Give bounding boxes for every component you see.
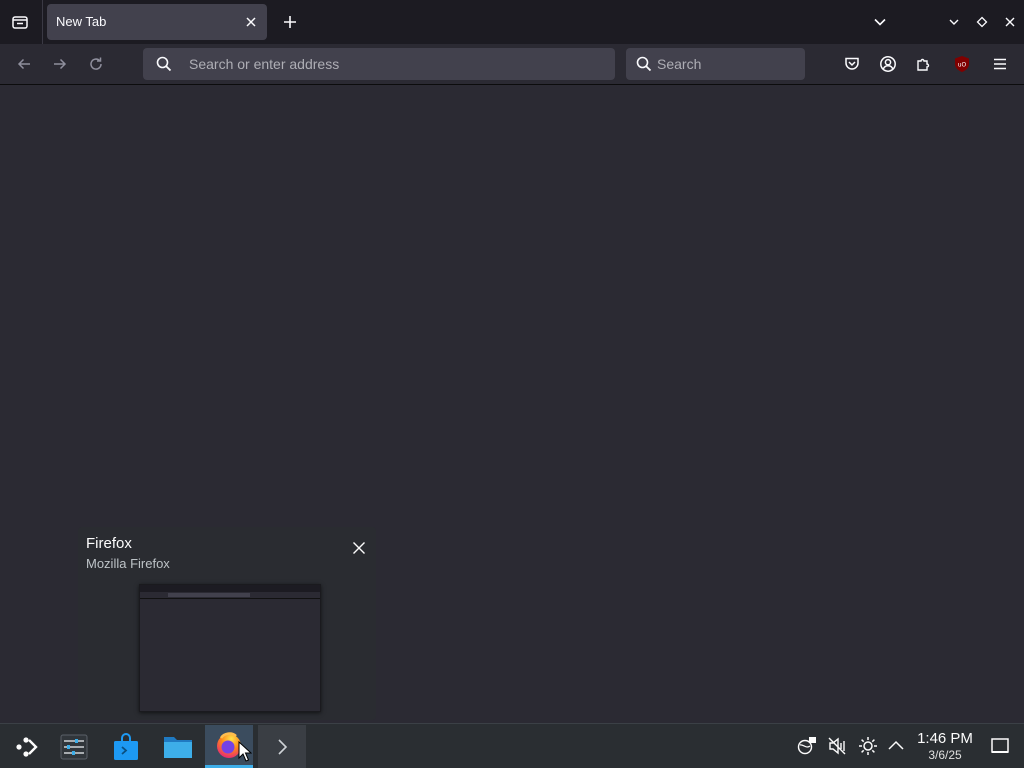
address-bar[interactable] <box>143 48 615 80</box>
svg-text:uO: uO <box>958 62 967 69</box>
new-tab-button[interactable] <box>276 8 304 36</box>
thumbnail-urlbar <box>168 593 250 597</box>
search-icon <box>156 56 172 72</box>
back-icon <box>17 58 30 70</box>
close-icon <box>246 17 256 27</box>
reload-button[interactable] <box>82 50 110 78</box>
dolphin-file-manager-task[interactable] <box>154 725 202 768</box>
settings-sliders-icon <box>60 734 88 759</box>
discover-bag-icon <box>114 732 138 760</box>
window-thumbnail[interactable] <box>139 584 321 712</box>
forward-icon <box>54 58 67 70</box>
pocket-icon <box>845 57 859 70</box>
tab-separator <box>42 0 43 44</box>
close-window-button[interactable] <box>998 10 1022 34</box>
preview-title: Firefox <box>86 535 132 552</box>
search-bar[interactable] <box>626 48 805 80</box>
tray-expand-icon <box>888 740 904 750</box>
brightness-tray-button[interactable] <box>857 735 879 757</box>
tab-new-tab[interactable]: New Tab <box>47 4 267 40</box>
tab-title: New Tab <box>56 14 107 29</box>
clock-date: 3/6/25 <box>928 748 962 762</box>
digital-clock[interactable]: 1:46 PM 3/6/25 <box>912 730 978 762</box>
application-launcher-button[interactable] <box>2 725 50 768</box>
preview-close-button[interactable] <box>348 537 370 559</box>
maximize-icon <box>976 16 988 28</box>
task-preview-popup[interactable]: Firefox Mozilla Firefox <box>78 527 376 720</box>
system-settings-task[interactable] <box>50 725 98 768</box>
volume-muted-icon <box>828 737 846 755</box>
preview-subtitle: Mozilla Firefox <box>86 556 170 571</box>
show-desktop-button[interactable] <box>989 735 1011 757</box>
extensions-button[interactable] <box>910 50 938 78</box>
volume-tray-button[interactable] <box>826 735 848 757</box>
back-button[interactable] <box>10 50 38 78</box>
minimize-button[interactable] <box>942 10 966 34</box>
list-all-tabs-button[interactable] <box>866 8 894 36</box>
folder-icon <box>164 736 192 758</box>
account-button[interactable] <box>874 50 902 78</box>
plus-icon <box>284 16 296 28</box>
kde-launcher-icon <box>16 736 38 757</box>
terminal-chevron-icon <box>278 738 288 755</box>
address-input[interactable] <box>189 48 609 80</box>
ublock-origin-button[interactable]: uO <box>948 50 976 78</box>
thumbnail-tabstrip <box>140 585 320 592</box>
tab-strip: New Tab <box>0 0 1024 44</box>
show-desktop-icon <box>991 738 1009 753</box>
extensions-icon <box>917 58 930 71</box>
reload-icon <box>90 57 102 70</box>
search-icon <box>636 56 652 72</box>
maximize-button[interactable] <box>970 10 994 34</box>
tray-expand-button[interactable] <box>885 735 907 757</box>
pocket-button[interactable] <box>838 50 866 78</box>
close-icon <box>1005 17 1015 27</box>
taskbar: 1:46 PM 3/6/25 <box>0 723 1024 768</box>
close-icon <box>353 542 365 554</box>
minimize-icon <box>949 19 959 25</box>
discover-task[interactable] <box>102 725 150 768</box>
clock-time: 1:46 PM <box>917 730 973 747</box>
app-menu-button[interactable] <box>986 50 1014 78</box>
firefox-view-button[interactable] <box>6 8 34 36</box>
forward-button[interactable] <box>46 50 74 78</box>
search-input[interactable] <box>657 48 797 80</box>
chevron-down-icon <box>874 18 886 26</box>
mouse-cursor-icon <box>238 741 252 762</box>
network-tray-button[interactable] <box>796 735 818 757</box>
konsole-terminal-task[interactable] <box>258 725 306 768</box>
network-icon <box>797 737 816 755</box>
menu-icon <box>994 58 1006 70</box>
brightness-icon <box>859 737 877 755</box>
ublock-icon: uO <box>955 56 969 72</box>
tab-list-icon <box>12 16 28 29</box>
tab-close-button[interactable] <box>241 12 261 32</box>
account-icon <box>880 56 896 72</box>
navigation-toolbar: uO <box>0 44 1024 85</box>
